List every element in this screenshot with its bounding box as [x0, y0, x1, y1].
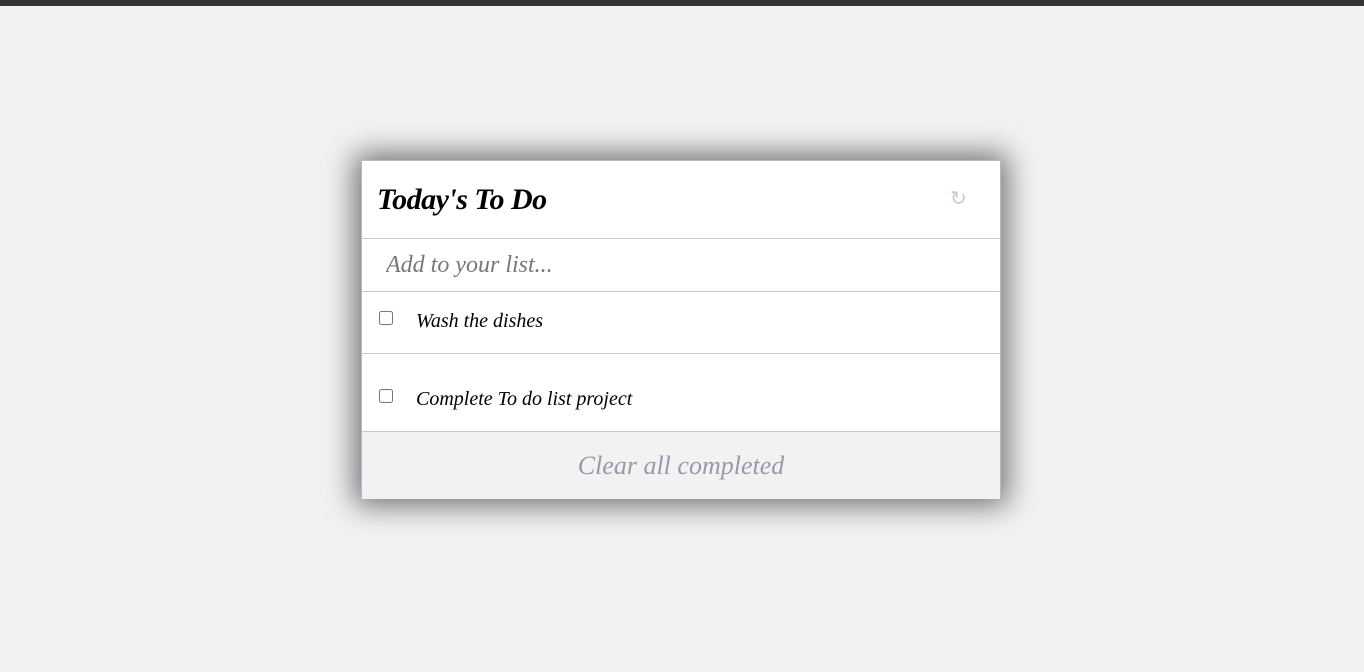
item-checkbox[interactable] [379, 389, 393, 403]
item-label: Wash the dishes [416, 310, 544, 332]
item-label: Complete To do list project [416, 388, 633, 410]
list-item: Wash the dishes [362, 292, 1000, 354]
page-title: Today's To Do [377, 183, 547, 216]
refresh-icon[interactable]: ↻ [950, 189, 970, 209]
list-item: Complete To do list project [362, 354, 1000, 432]
browser-top-bar [0, 0, 1364, 6]
todo-header: Today's To Do ↻ [362, 161, 1000, 239]
item-checkbox[interactable] [379, 311, 393, 325]
todo-card: Today's To Do ↻ Wash the dishes Complete… [361, 160, 1001, 499]
add-item-row [362, 239, 1000, 292]
add-item-input[interactable] [384, 250, 968, 280]
clear-completed-button[interactable]: Clear all completed [362, 432, 1000, 499]
